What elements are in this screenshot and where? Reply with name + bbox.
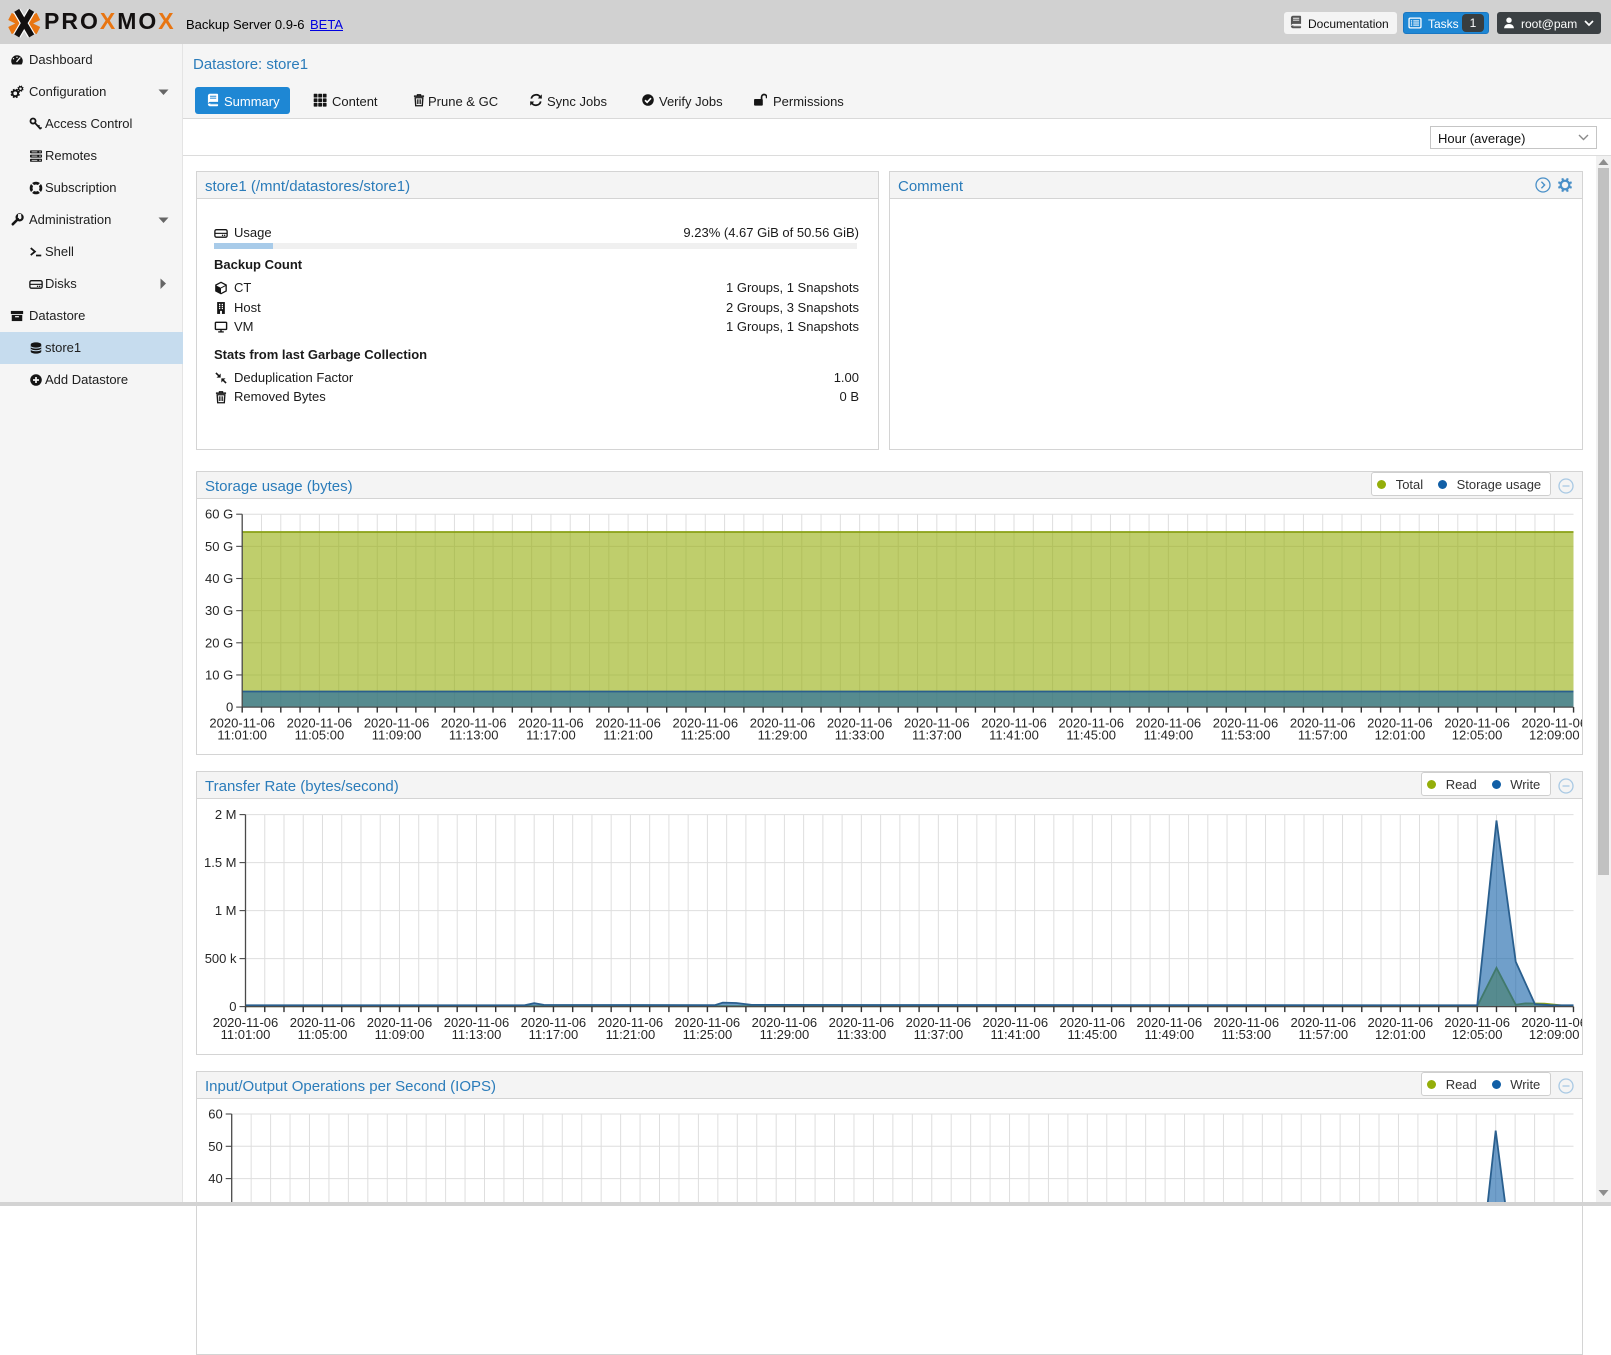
svg-text:11:37:00: 11:37:00	[912, 728, 962, 743]
svg-text:11:17:00: 11:17:00	[529, 1027, 579, 1042]
svg-text:11:53:00: 11:53:00	[1221, 1027, 1271, 1042]
svg-text:11:29:00: 11:29:00	[760, 1027, 810, 1042]
svg-text:11:13:00: 11:13:00	[452, 1027, 502, 1042]
svg-text:12:05:00: 12:05:00	[1452, 728, 1503, 743]
svg-text:11:21:00: 11:21:00	[606, 1027, 656, 1042]
svg-text:11:21:00: 11:21:00	[603, 728, 653, 743]
svg-text:11:57:00: 11:57:00	[1298, 728, 1348, 743]
svg-text:20 G: 20 G	[205, 635, 233, 650]
svg-text:11:13:00: 11:13:00	[449, 728, 499, 743]
svg-text:10 G: 10 G	[205, 667, 233, 682]
svg-text:11:01:00: 11:01:00	[221, 1027, 271, 1042]
svg-text:50 G: 50 G	[205, 539, 233, 554]
svg-text:40 G: 40 G	[205, 571, 233, 586]
svg-text:11:33:00: 11:33:00	[837, 1027, 887, 1042]
svg-text:30 G: 30 G	[205, 603, 233, 618]
svg-text:11:45:00: 11:45:00	[1067, 1027, 1117, 1042]
svg-text:1.5 M: 1.5 M	[204, 855, 237, 870]
svg-text:12:01:00: 12:01:00	[1375, 728, 1426, 743]
svg-text:11:41:00: 11:41:00	[989, 728, 1039, 743]
svg-text:1 M: 1 M	[215, 903, 237, 918]
svg-text:0: 0	[226, 700, 233, 715]
svg-text:60 G: 60 G	[205, 507, 233, 522]
svg-text:11:53:00: 11:53:00	[1221, 728, 1271, 743]
svg-text:12:01:00: 12:01:00	[1375, 1027, 1426, 1042]
svg-text:11:17:00: 11:17:00	[526, 728, 576, 743]
svg-text:0: 0	[229, 999, 236, 1014]
svg-text:11:25:00: 11:25:00	[680, 728, 730, 743]
svg-text:2 M: 2 M	[215, 807, 237, 822]
svg-text:11:37:00: 11:37:00	[914, 1027, 964, 1042]
svg-text:11:09:00: 11:09:00	[375, 1027, 425, 1042]
svg-text:11:25:00: 11:25:00	[683, 1027, 733, 1042]
svg-text:500 k: 500 k	[205, 951, 237, 966]
svg-text:11:09:00: 11:09:00	[372, 728, 422, 743]
svg-text:60: 60	[208, 1107, 222, 1122]
svg-text:11:01:00: 11:01:00	[217, 728, 267, 743]
svg-text:12:09:00: 12:09:00	[1529, 1027, 1580, 1042]
svg-text:11:49:00: 11:49:00	[1144, 1027, 1194, 1042]
svg-text:50: 50	[208, 1139, 222, 1154]
svg-text:11:41:00: 11:41:00	[990, 1027, 1040, 1042]
svg-text:11:33:00: 11:33:00	[835, 728, 885, 743]
svg-text:40: 40	[208, 1171, 222, 1186]
svg-text:11:05:00: 11:05:00	[298, 1027, 348, 1042]
svg-text:12:09:00: 12:09:00	[1529, 728, 1580, 743]
svg-text:11:29:00: 11:29:00	[758, 728, 808, 743]
svg-text:11:57:00: 11:57:00	[1298, 1027, 1348, 1042]
svg-text:12:05:00: 12:05:00	[1452, 1027, 1503, 1042]
svg-text:11:45:00: 11:45:00	[1066, 728, 1116, 743]
svg-text:11:05:00: 11:05:00	[295, 728, 345, 743]
svg-text:11:49:00: 11:49:00	[1144, 728, 1194, 743]
